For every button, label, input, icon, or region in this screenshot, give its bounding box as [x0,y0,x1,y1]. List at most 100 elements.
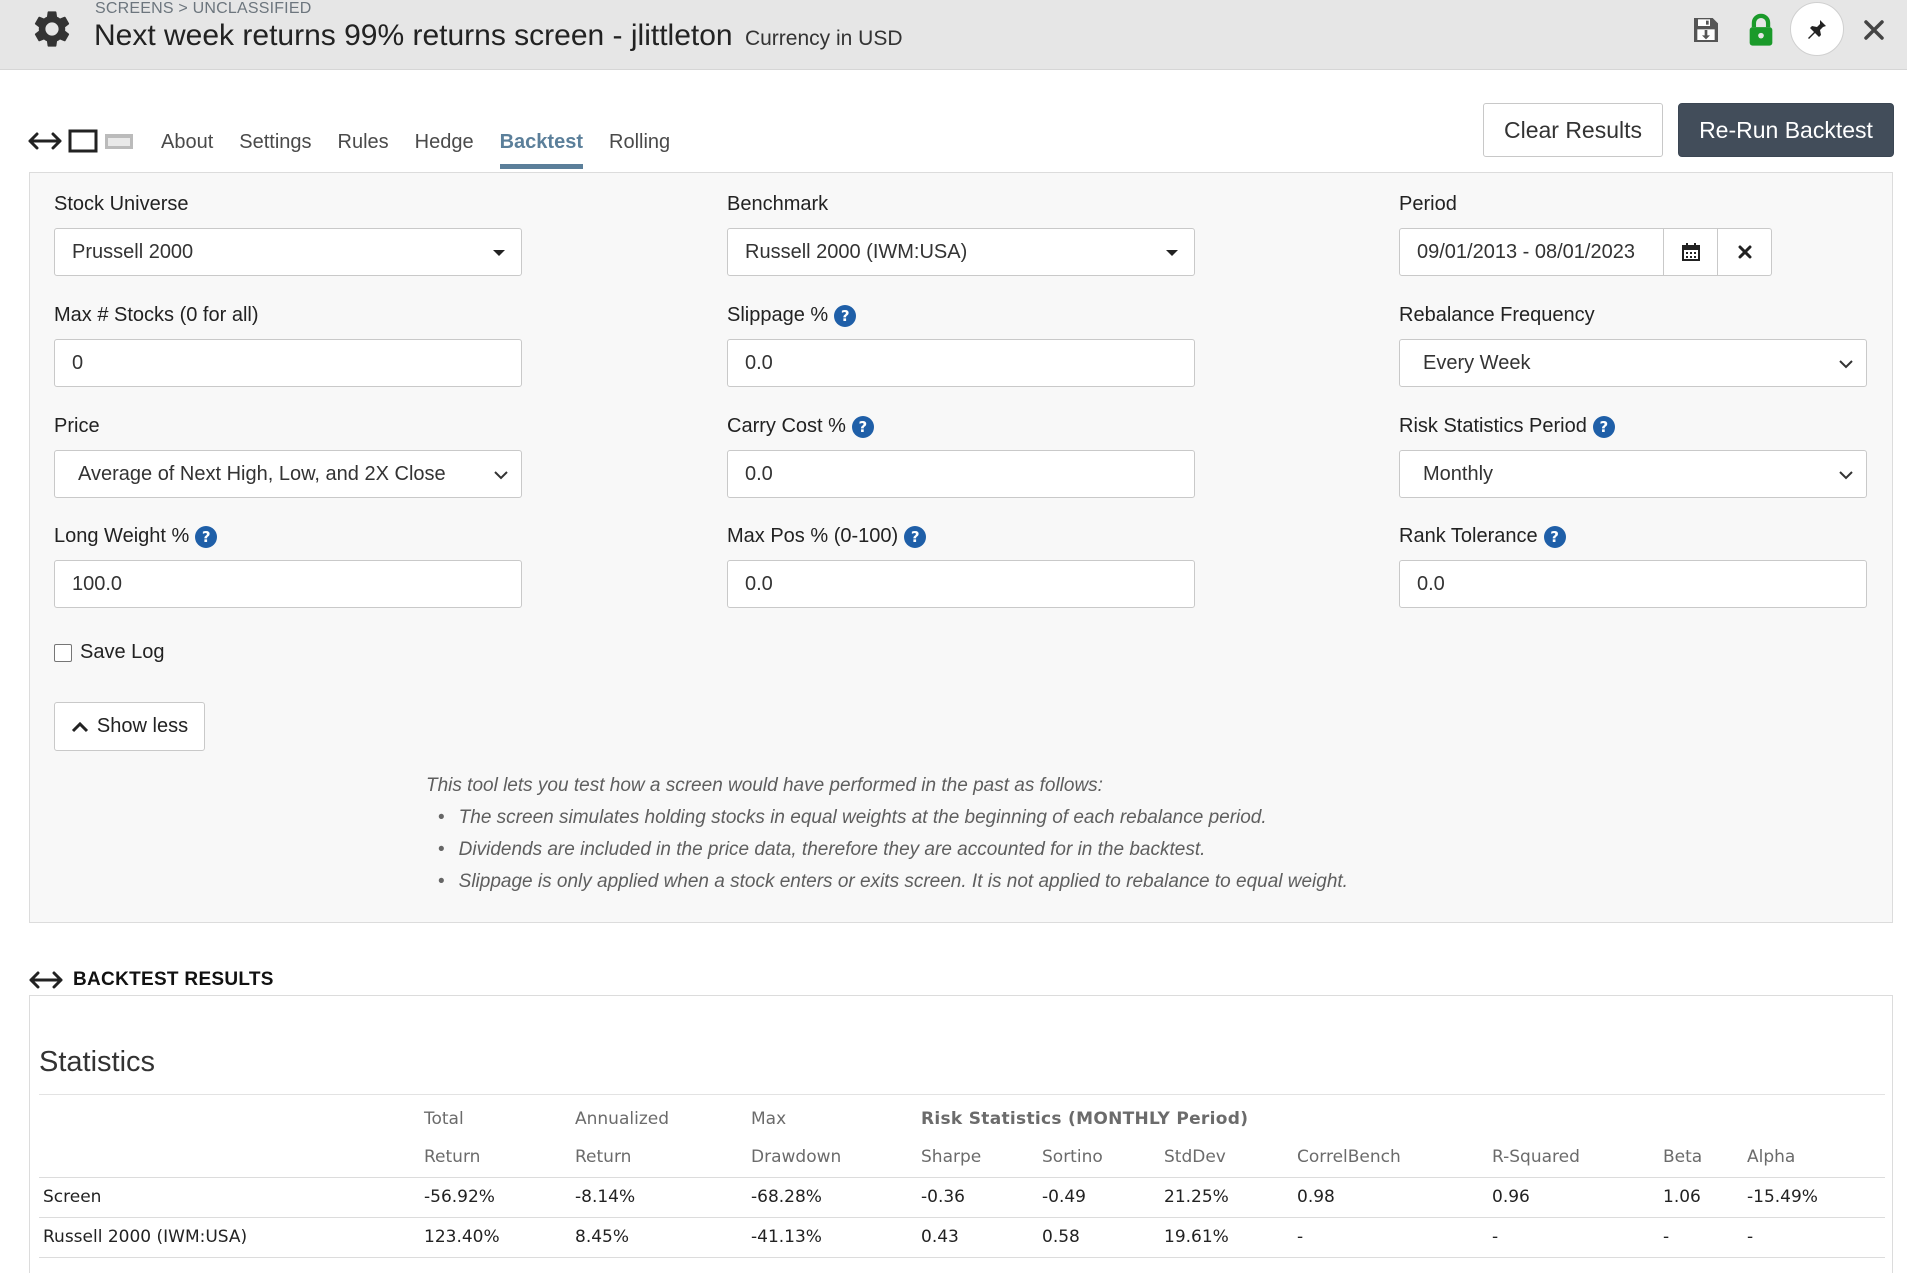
long-weight-label-text: Long Weight % [54,525,190,547]
backtest-results-heading: BACKTEST RESULTS [29,969,274,991]
table-header-cell: Sharpe [917,1138,1038,1178]
help-icon[interactable]: ? [1592,415,1615,438]
save-log-option: Save Log [54,641,165,664]
clear-date-icon[interactable] [1718,228,1772,276]
rank-tolerance-label: Rank Tolerance? [1399,525,1566,548]
table-cell: 1.06 [1659,1177,1743,1218]
long-weight-label: Long Weight %? [54,525,218,548]
price-label-text: Price [54,415,100,437]
save-log-checkbox[interactable] [54,643,72,662]
table-cell: -68.28% [747,1177,917,1218]
table-cell: -41.13% [747,1217,917,1258]
tab-hedge[interactable]: Hedge [415,128,474,169]
help-icon[interactable]: ? [1543,525,1566,548]
rebalance-label-text: Rebalance Frequency [1399,304,1595,326]
row-name: Russell 2000 (IWM:USA) [39,1217,420,1258]
table-cell: - [1743,1217,1885,1258]
table-cell: - [1488,1217,1659,1258]
long-weight-input[interactable]: 100.0 [54,560,522,608]
table-header-cell: Drawdown [747,1138,917,1178]
stock-universe-select[interactable]: Prussell 2000 [54,228,522,276]
max-pos-label: Max Pos % (0-100)? [727,525,927,548]
page-title: Next week returns 99% returns screen - j… [94,19,903,53]
breadcrumb[interactable]: SCREENS > UNCLASSIFIED [95,0,311,18]
rebalance-select[interactable]: Every Week [1399,339,1867,387]
table-header-cell [39,1099,420,1138]
help-icon[interactable]: ? [834,304,857,327]
save-log-label: Save Log [80,641,165,663]
table-header-cell: Alpha [1743,1138,1885,1178]
period-label-text: Period [1399,193,1457,215]
period-input[interactable]: 09/01/2013 - 08/01/2023 [1399,228,1664,276]
table-header-cell: CorrelBench [1293,1138,1488,1178]
tab-rules[interactable]: Rules [338,128,389,169]
benchmark-select[interactable]: Russell 2000 (IWM:USA) [727,228,1195,276]
tab-rolling[interactable]: Rolling [609,128,670,169]
table-cell: 21.25% [1160,1177,1293,1218]
max-stocks-value: 0 [72,351,84,374]
benchmark-label-text: Benchmark [727,193,829,215]
help-icon[interactable]: ? [851,415,874,438]
gear-icon[interactable] [30,7,74,51]
window-view-icon[interactable] [68,129,98,153]
close-icon[interactable] [1852,8,1896,52]
slippage-input[interactable]: 0.0 [727,339,1195,387]
table-cell: 19.61% [1160,1217,1293,1258]
price-select[interactable]: Average of Next High, Low, and 2X Close [54,450,522,498]
tab-about[interactable]: About [161,128,213,169]
table-cell: 0.96 [1488,1177,1659,1218]
compact-view-icon[interactable] [104,129,134,153]
backtest-info-text: This tool lets you test how a screen wou… [426,770,1348,898]
carry-cost-label: Carry Cost %? [727,415,874,438]
tab-backtest[interactable]: Backtest [499,128,583,169]
save-download-icon[interactable] [1684,8,1728,52]
stock-universe-value: Prussell 2000 [72,240,194,263]
clear-results-button[interactable]: Clear Results [1483,103,1663,157]
stock-universe-label: Stock Universe [54,193,189,216]
risk-period-value: Monthly [1423,462,1494,485]
carry-cost-input[interactable]: 0.0 [727,450,1195,498]
table-cell: 0.98 [1293,1177,1488,1218]
rebalance-value: Every Week [1423,351,1531,374]
caret-down-icon [493,250,505,256]
show-less-button[interactable]: Show less [54,702,205,751]
table-header-row: Return Return Drawdown Sharpe Sortino St… [39,1138,1885,1178]
benchmark-label: Benchmark [727,193,828,216]
table-header-cell: Sortino [1038,1138,1160,1178]
max-pos-input[interactable]: 0.0 [727,560,1195,608]
table-cell: -8.14% [571,1177,747,1218]
stock-universe-label-text: Stock Universe [54,193,189,215]
price-label: Price [54,415,100,438]
help-icon[interactable]: ? [195,525,218,548]
risk-statistics-header: Risk Statistics (MONTHLY Period) [921,1108,1249,1129]
statistics-table: Total Annualized Max Risk Statistics (MO… [39,1099,1885,1258]
period-picker: 09/01/2013 - 08/01/2023 [1399,228,1772,276]
info-list: The screen simulates holding stocks in e… [438,802,1348,898]
table-row: Screen -56.92% -8.14% -68.28% -0.36 -0.4… [39,1177,1885,1218]
table-cell: 8.45% [571,1217,747,1258]
tab-settings[interactable]: Settings [239,128,311,169]
chevron-down-icon [1839,471,1853,480]
rank-tolerance-input[interactable]: 0.0 [1399,560,1867,608]
help-icon[interactable]: ? [904,525,927,548]
table-cell: 123.40% [420,1217,571,1258]
calendar-icon[interactable] [1664,228,1718,276]
rerun-backtest-button[interactable]: Re-Run Backtest [1678,103,1894,157]
pin-icon[interactable] [1790,2,1844,56]
period-label: Period [1399,193,1457,216]
info-bullet: Slippage is only applied when a stock en… [438,866,1348,898]
table-cell: 0.58 [1038,1217,1160,1258]
table-header-cell: Total [424,1108,464,1129]
lock-icon[interactable] [1739,8,1783,52]
max-stocks-input[interactable]: 0 [54,339,522,387]
table-cell: -0.36 [917,1177,1038,1218]
risk-period-select[interactable]: Monthly [1399,450,1867,498]
table-row: Russell 2000 (IWM:USA) 123.40% 8.45% -41… [39,1217,1885,1258]
chevron-down-icon [1839,360,1853,369]
carry-cost-label-text: Carry Cost % [727,415,846,437]
expand-width-icon[interactable] [28,130,62,152]
tab-bar: About Settings Rules Hedge Backtest Roll… [150,128,683,169]
caret-down-icon [1166,250,1178,256]
results-heading-text: BACKTEST RESULTS [73,969,274,990]
expand-width-icon[interactable] [29,969,63,991]
